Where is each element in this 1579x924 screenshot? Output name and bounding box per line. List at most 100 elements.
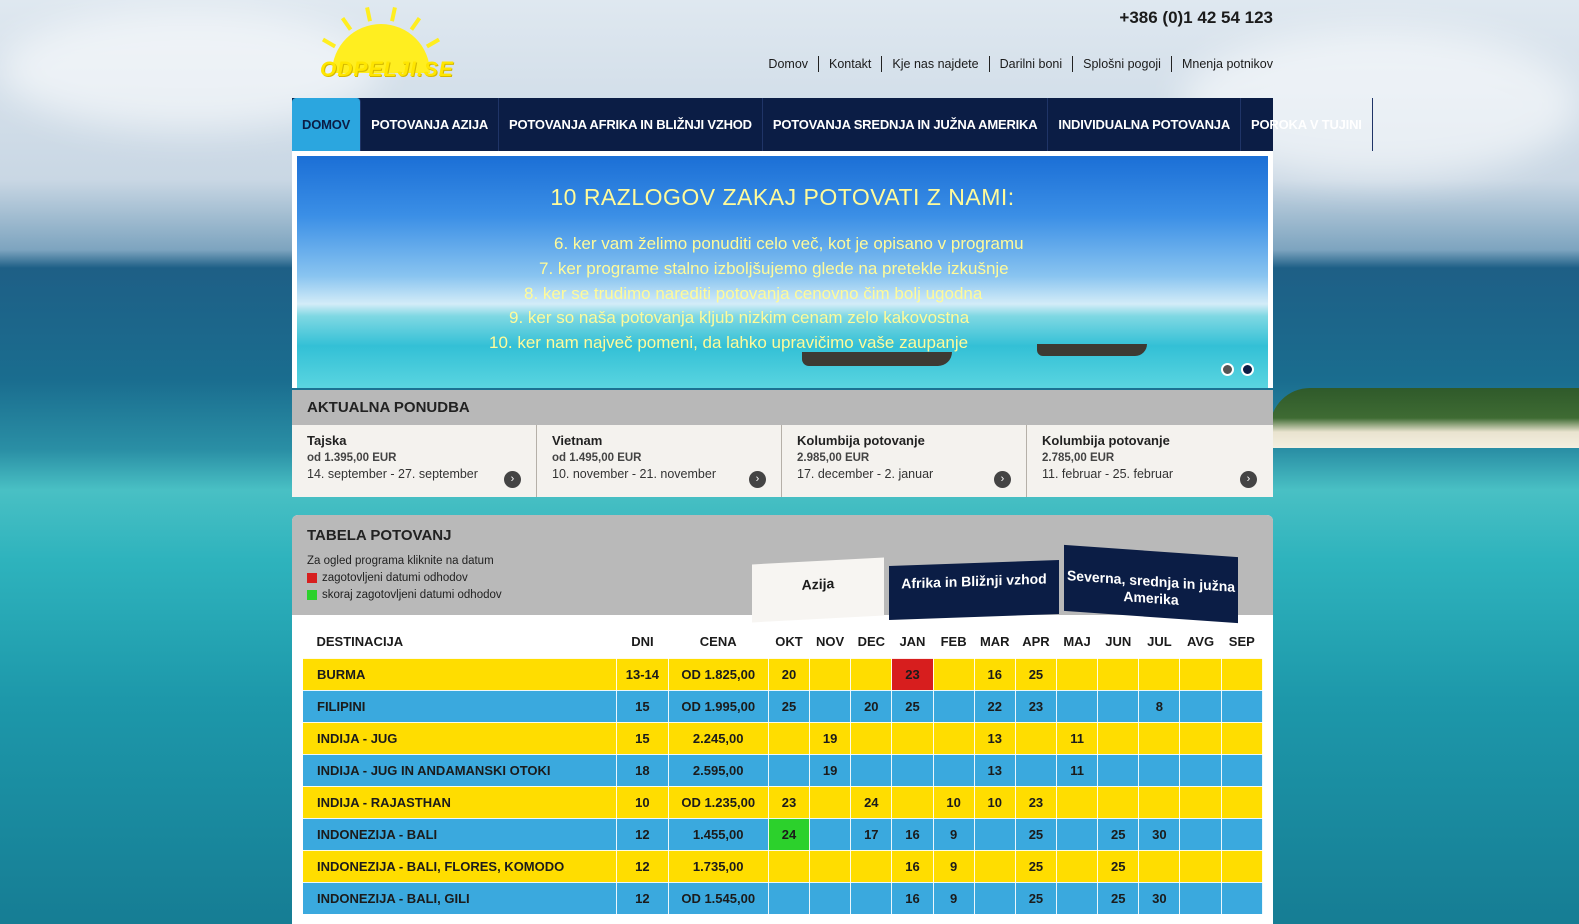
nav-item-afrika[interactable]: POTOVANJA AFRIKA IN BLIŽNJI VZHOD — [499, 98, 763, 151]
date-cell[interactable]: 10 — [932, 785, 975, 819]
nav-item-domov[interactable]: DOMOV — [292, 98, 362, 151]
date-cell[interactable]: 23 — [1014, 689, 1058, 723]
offer-card[interactable]: Kolumbija potovanje 2.985,00 EUR 17. dec… — [782, 425, 1027, 497]
destination-cell[interactable]: BURMA — [301, 657, 618, 691]
tab-azija[interactable]: Azija — [752, 557, 884, 623]
destination-cell[interactable]: INDIJA - JUG IN ANDAMANSKI OTOKI — [301, 753, 618, 787]
hero-banner[interactable]: 10 RAZLOGOV ZAKAJ POTOVATI Z NAMI: 6. ke… — [297, 156, 1268, 388]
date-cell[interactable]: 8 — [1138, 689, 1181, 723]
nav-item-individualna[interactable]: INDIVIDUALNA POTOVANJA — [1048, 98, 1242, 151]
chevron-right-icon[interactable]: › — [504, 471, 521, 488]
date-cell[interactable]: 22 — [973, 689, 1016, 723]
legend-almost-confirmed: skoraj zagotovljeni datumi odhodov — [307, 589, 502, 601]
date-cell[interactable]: 25 — [1097, 817, 1140, 851]
link-mnenja-potnikov[interactable]: Mnenja potnikov — [1170, 56, 1273, 72]
date-cell — [850, 721, 893, 755]
date-cell[interactable]: 13 — [973, 753, 1016, 787]
tab-amerika[interactable]: Severna, srednja in južna Amerika — [1064, 544, 1238, 624]
offer-card[interactable]: Tajska od 1.395,00 EUR 14. september - 2… — [292, 425, 537, 497]
date-cell[interactable]: 25 — [1014, 881, 1058, 915]
date-cell[interactable]: 25 — [767, 689, 811, 723]
date-cell[interactable]: 16 — [891, 849, 934, 883]
date-cell — [1179, 785, 1222, 819]
date-cell — [932, 753, 975, 787]
link-splosni-pogoji[interactable]: Splošni pogoji — [1072, 56, 1171, 72]
column-header-sep: SEP — [1228, 633, 1255, 649]
link-kontakt[interactable]: Kontakt — [818, 56, 881, 72]
column-header-maj: MAJ — [1063, 633, 1091, 649]
offer-name: Tajska — [307, 433, 347, 448]
link-domov[interactable]: Domov — [758, 56, 818, 72]
link-kje-nas-najdete[interactable]: Kje nas najdete — [881, 56, 988, 72]
column-header-dni: DNI — [631, 633, 654, 649]
date-cell — [809, 689, 852, 723]
date-cell[interactable]: 25 — [891, 689, 934, 723]
date-cell[interactable]: 25 — [1097, 849, 1140, 883]
banner-frame: 10 RAZLOGOV ZAKAJ POTOVATI Z NAMI: 6. ke… — [292, 151, 1273, 388]
date-cell[interactable]: 9 — [932, 881, 975, 915]
date-cell — [1014, 753, 1058, 787]
date-cell — [1097, 721, 1140, 755]
nav-item-poroka[interactable]: POROKA V TUJINI — [1241, 98, 1373, 151]
destination-cell[interactable]: INDONEZIJA - BALI — [301, 817, 618, 851]
date-cell[interactable]: 25 — [1014, 817, 1058, 851]
destination-cell[interactable]: INDONEZIJA - BALI, GILI — [301, 881, 618, 915]
nav-item-azija[interactable]: POTOVANJA AZIJA — [361, 98, 500, 151]
offer-dates: 10. november - 21. november — [552, 467, 716, 481]
background-island — [1270, 388, 1579, 448]
date-cell[interactable]: 23 — [1014, 785, 1058, 819]
date-cell[interactable]: 25 — [1014, 849, 1058, 883]
slider-dot[interactable] — [1221, 363, 1234, 376]
date-cell[interactable]: 20 — [767, 657, 811, 691]
date-cell[interactable]: 11 — [1055, 721, 1099, 755]
tab-afrika[interactable]: Afrika in Bližnji vzhod — [889, 560, 1059, 620]
offer-price: od 1.395,00 EUR — [307, 452, 397, 464]
date-cell[interactable]: 9 — [932, 817, 975, 851]
date-cell[interactable]: 23 — [891, 657, 934, 691]
date-cell[interactable]: 16 — [891, 881, 934, 915]
price-cell: OD 1.995,00 — [667, 689, 769, 723]
date-cell[interactable]: 19 — [809, 721, 852, 755]
date-cell[interactable]: 23 — [767, 785, 811, 819]
destination-cell[interactable]: INDIJA - JUG — [301, 721, 618, 755]
date-cell[interactable]: 25 — [1014, 657, 1058, 691]
date-cell[interactable]: 19 — [809, 753, 852, 787]
date-cell[interactable]: 13 — [973, 721, 1016, 755]
link-darilni-boni[interactable]: Darilni boni — [988, 56, 1073, 72]
date-cell — [1138, 785, 1181, 819]
date-cell[interactable]: 10 — [973, 785, 1016, 819]
date-cell[interactable]: 30 — [1138, 881, 1181, 915]
column-header-destinacija: DESTINACIJA — [316, 633, 404, 649]
offer-card[interactable]: Vietnam od 1.495,00 EUR 10. november - 2… — [537, 425, 782, 497]
logo[interactable]: ODPELJI.SE — [320, 6, 453, 82]
date-cell — [1220, 785, 1264, 819]
offer-dates: 14. september - 27. september — [307, 467, 478, 481]
date-cell[interactable]: 30 — [1138, 817, 1181, 851]
date-cell[interactable]: 16 — [891, 817, 934, 851]
date-cell — [1220, 721, 1264, 755]
nav-item-amerika[interactable]: POTOVANJA SREDNJA IN JUŽNA AMERIKA — [763, 98, 1049, 151]
date-cell — [809, 849, 852, 883]
slider-dot-active[interactable] — [1241, 363, 1254, 376]
chevron-right-icon[interactable]: › — [1240, 471, 1257, 488]
date-cell[interactable]: 24 — [850, 785, 893, 819]
date-cell[interactable]: 16 — [973, 657, 1016, 691]
offer-name: Vietnam — [552, 433, 603, 448]
offer-card[interactable]: Kolumbija potovanje 2.785,00 EUR 11. feb… — [1027, 425, 1272, 497]
destination-cell[interactable]: FILIPINI — [301, 689, 618, 723]
date-cell[interactable]: 20 — [850, 689, 893, 723]
date-cell[interactable]: 9 — [932, 849, 975, 883]
chevron-right-icon[interactable]: › — [994, 471, 1011, 488]
date-cell[interactable]: 11 — [1055, 753, 1099, 787]
destination-cell[interactable]: INDIJA - RAJASTHAN — [301, 785, 618, 819]
date-cell[interactable]: 17 — [850, 817, 893, 851]
price-cell: OD 1.235,00 — [667, 785, 769, 819]
banner-title: 10 RAZLOGOV ZAKAJ POTOVATI Z NAMI: — [550, 184, 1015, 210]
date-cell — [1055, 657, 1099, 691]
date-cell — [767, 849, 811, 883]
destination-cell[interactable]: INDONEZIJA - BALI, FLORES, KOMODO — [301, 849, 618, 883]
chevron-right-icon[interactable]: › — [749, 471, 766, 488]
days-cell: 10 — [616, 785, 669, 819]
date-cell[interactable]: 24 — [767, 817, 811, 851]
date-cell[interactable]: 25 — [1097, 881, 1140, 915]
